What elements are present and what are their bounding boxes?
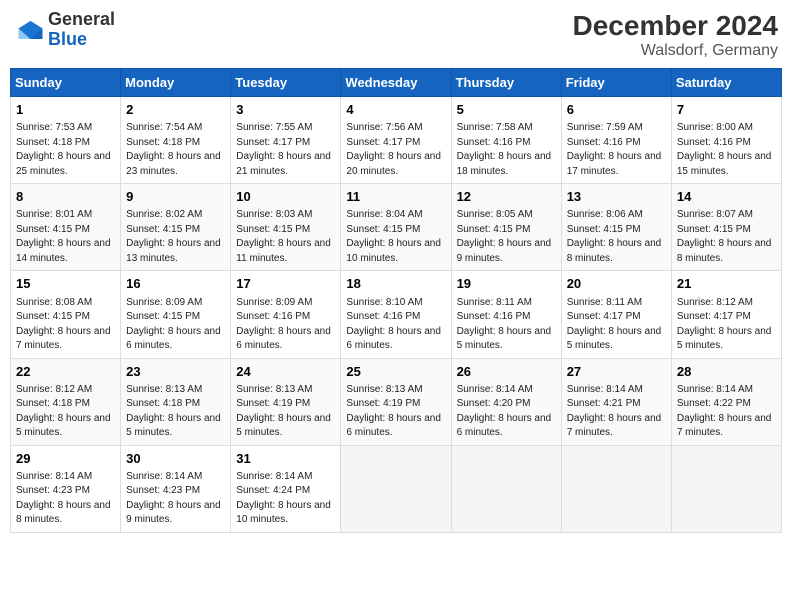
empty-cell — [671, 445, 781, 532]
table-row: 29Sunrise: 8:14 AMSunset: 4:23 PMDayligh… — [11, 445, 121, 532]
logo-icon — [14, 15, 44, 45]
calendar-week-row: 22Sunrise: 8:12 AMSunset: 4:18 PMDayligh… — [11, 358, 782, 445]
table-row: 25Sunrise: 8:13 AMSunset: 4:19 PMDayligh… — [341, 358, 451, 445]
table-row: 7Sunrise: 8:00 AMSunset: 4:16 PMDaylight… — [671, 97, 781, 184]
table-row: 28Sunrise: 8:14 AMSunset: 4:22 PMDayligh… — [671, 358, 781, 445]
table-row: 23Sunrise: 8:13 AMSunset: 4:18 PMDayligh… — [121, 358, 231, 445]
empty-cell — [341, 445, 451, 532]
table-row: 8Sunrise: 8:01 AMSunset: 4:15 PMDaylight… — [11, 184, 121, 271]
calendar-week-row: 15Sunrise: 8:08 AMSunset: 4:15 PMDayligh… — [11, 271, 782, 358]
title-block: December 2024 Walsdorf, Germany — [573, 10, 778, 60]
table-row: 22Sunrise: 8:12 AMSunset: 4:18 PMDayligh… — [11, 358, 121, 445]
table-row: 26Sunrise: 8:14 AMSunset: 4:20 PMDayligh… — [451, 358, 561, 445]
table-row: 24Sunrise: 8:13 AMSunset: 4:19 PMDayligh… — [231, 358, 341, 445]
table-row: 10Sunrise: 8:03 AMSunset: 4:15 PMDayligh… — [231, 184, 341, 271]
header-monday: Monday — [121, 69, 231, 97]
table-row: 14Sunrise: 8:07 AMSunset: 4:15 PMDayligh… — [671, 184, 781, 271]
table-row: 12Sunrise: 8:05 AMSunset: 4:15 PMDayligh… — [451, 184, 561, 271]
logo: General Blue — [14, 10, 115, 50]
table-row: 20Sunrise: 8:11 AMSunset: 4:17 PMDayligh… — [561, 271, 671, 358]
empty-cell — [451, 445, 561, 532]
calendar-header-row: Sunday Monday Tuesday Wednesday Thursday… — [11, 69, 782, 97]
header-thursday: Thursday — [451, 69, 561, 97]
header-wednesday: Wednesday — [341, 69, 451, 97]
logo-text: General Blue — [48, 10, 115, 50]
page-header: General Blue December 2024 Walsdorf, Ger… — [10, 10, 782, 60]
table-row: 17Sunrise: 8:09 AMSunset: 4:16 PMDayligh… — [231, 271, 341, 358]
header-tuesday: Tuesday — [231, 69, 341, 97]
logo-general: General — [48, 10, 115, 30]
table-row: 27Sunrise: 8:14 AMSunset: 4:21 PMDayligh… — [561, 358, 671, 445]
table-row: 4Sunrise: 7:56 AMSunset: 4:17 PMDaylight… — [341, 97, 451, 184]
calendar-table: Sunday Monday Tuesday Wednesday Thursday… — [10, 68, 782, 533]
calendar-week-row: 29Sunrise: 8:14 AMSunset: 4:23 PMDayligh… — [11, 445, 782, 532]
table-row: 9Sunrise: 8:02 AMSunset: 4:15 PMDaylight… — [121, 184, 231, 271]
empty-cell — [561, 445, 671, 532]
table-row: 11Sunrise: 8:04 AMSunset: 4:15 PMDayligh… — [341, 184, 451, 271]
table-row: 19Sunrise: 8:11 AMSunset: 4:16 PMDayligh… — [451, 271, 561, 358]
table-row: 13Sunrise: 8:06 AMSunset: 4:15 PMDayligh… — [561, 184, 671, 271]
header-friday: Friday — [561, 69, 671, 97]
table-row: 21Sunrise: 8:12 AMSunset: 4:17 PMDayligh… — [671, 271, 781, 358]
table-row: 5Sunrise: 7:58 AMSunset: 4:16 PMDaylight… — [451, 97, 561, 184]
header-saturday: Saturday — [671, 69, 781, 97]
table-row: 18Sunrise: 8:10 AMSunset: 4:16 PMDayligh… — [341, 271, 451, 358]
table-row: 31Sunrise: 8:14 AMSunset: 4:24 PMDayligh… — [231, 445, 341, 532]
table-row: 15Sunrise: 8:08 AMSunset: 4:15 PMDayligh… — [11, 271, 121, 358]
table-row: 1Sunrise: 7:53 AMSunset: 4:18 PMDaylight… — [11, 97, 121, 184]
calendar-week-row: 1Sunrise: 7:53 AMSunset: 4:18 PMDaylight… — [11, 97, 782, 184]
table-row: 16Sunrise: 8:09 AMSunset: 4:15 PMDayligh… — [121, 271, 231, 358]
table-row: 2Sunrise: 7:54 AMSunset: 4:18 PMDaylight… — [121, 97, 231, 184]
header-sunday: Sunday — [11, 69, 121, 97]
table-row: 30Sunrise: 8:14 AMSunset: 4:23 PMDayligh… — [121, 445, 231, 532]
table-row: 3Sunrise: 7:55 AMSunset: 4:17 PMDaylight… — [231, 97, 341, 184]
calendar-week-row: 8Sunrise: 8:01 AMSunset: 4:15 PMDaylight… — [11, 184, 782, 271]
page-title: December 2024 — [573, 10, 778, 42]
logo-blue: Blue — [48, 30, 115, 50]
page-subtitle: Walsdorf, Germany — [573, 42, 778, 60]
table-row: 6Sunrise: 7:59 AMSunset: 4:16 PMDaylight… — [561, 97, 671, 184]
